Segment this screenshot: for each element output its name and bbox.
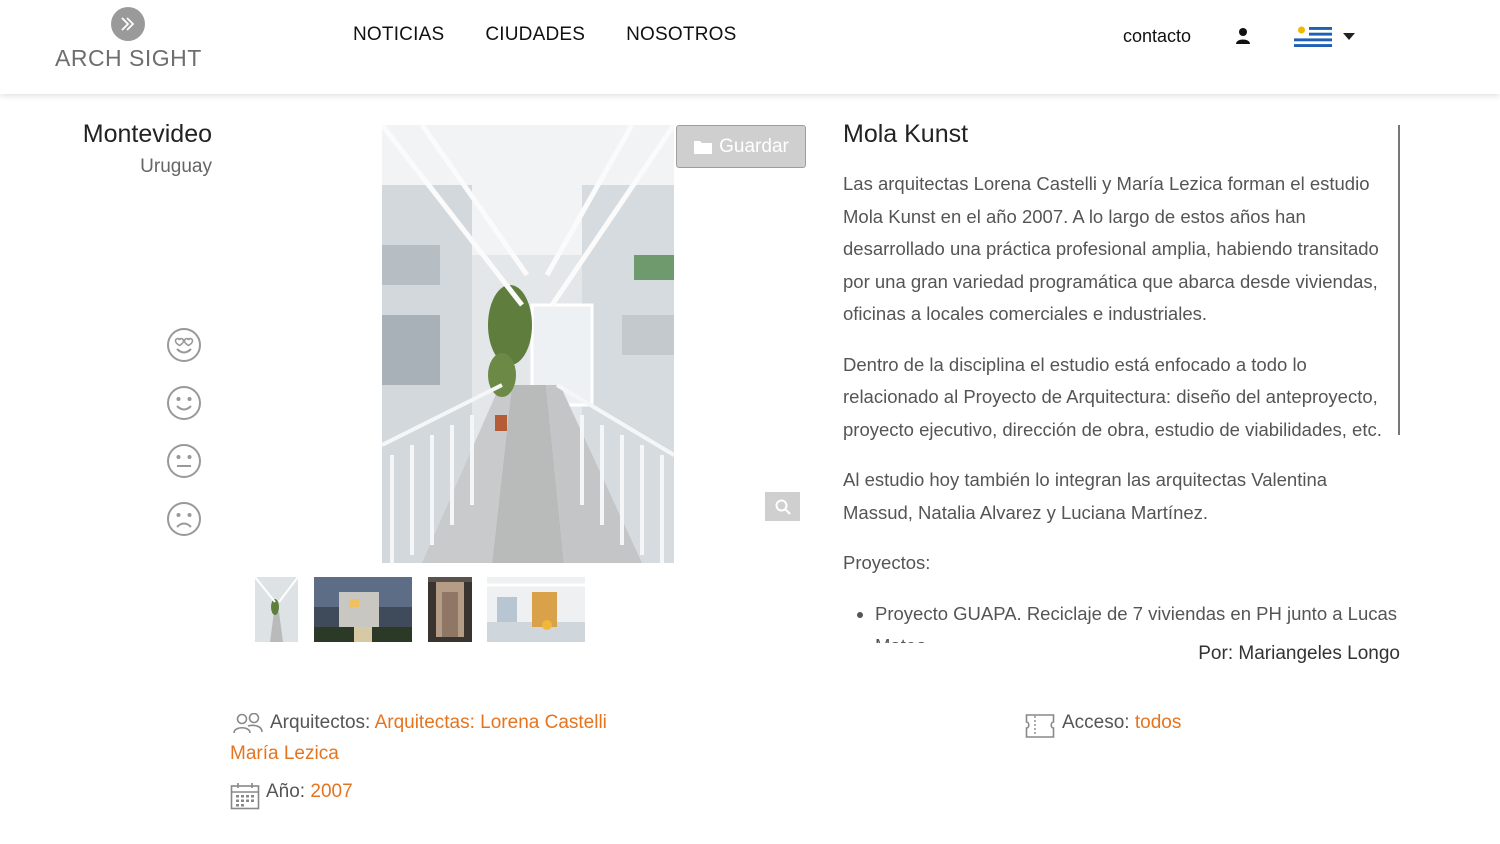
architects-value-link[interactable]: María Lezica [230, 743, 339, 764]
year-label: Año: [266, 781, 306, 802]
article-title: Mola Kunst [843, 120, 969, 148]
contact-link[interactable]: contacto [1123, 26, 1191, 47]
logo-text: ARCH SIGHT [55, 45, 202, 71]
user-icon[interactable] [1235, 27, 1251, 50]
folder-icon [694, 140, 713, 154]
love-face-icon[interactable] [166, 327, 202, 363]
main-project-image[interactable] [382, 125, 674, 563]
access-value-link[interactable]: todos [1135, 712, 1181, 733]
gallery-thumbnail[interactable] [487, 577, 585, 642]
article-author: Por: Mariangeles Longo [1198, 643, 1400, 664]
neutral-face-icon[interactable] [166, 443, 202, 479]
ticket-icon [1025, 713, 1055, 744]
magnifier-icon [775, 499, 791, 515]
year-field: Año: 2007 [266, 781, 353, 803]
article-paragraph: Al estudio hoy también lo integran las a… [843, 469, 1328, 523]
projects-list: Proyecto GUAPA. Reciclaje de 7 viviendas… [875, 598, 1399, 644]
project-list-item: Proyecto GUAPA. Reciclaje de 7 viviendas… [875, 598, 1399, 644]
access-label: Acceso: [1062, 712, 1130, 733]
architects-field-continued: María Lezica [230, 743, 339, 765]
uruguay-flag-icon[interactable] [1294, 24, 1332, 50]
access-field: Acceso: todos [1062, 712, 1181, 734]
nav-item-noticias[interactable]: NOTICIAS [353, 24, 444, 46]
architects-icon [232, 712, 264, 740]
year-value-link[interactable]: 2007 [310, 781, 352, 802]
article-body[interactable]: Las arquitectas Lorena Castelli y María … [843, 168, 1399, 643]
logo-chevrons-icon [110, 7, 145, 41]
article-paragraph: Proyectos: [843, 552, 931, 573]
country-name: Uruguay [140, 156, 212, 177]
architects-field: Arquitectos: Arquitectas: Lorena Castell… [270, 712, 607, 734]
article-paragraph: Dentro de la disciplina el estudio está … [843, 353, 1382, 440]
site-header: ARCH SIGHT NOTICIAS CIUDADES NOSOTROS co… [0, 0, 1500, 94]
architects-value-link[interactable]: Arquitectas: Lorena Castelli [375, 712, 607, 733]
gallery-thumbnail[interactable] [428, 577, 472, 642]
language-dropdown-caret-icon[interactable] [1343, 33, 1355, 40]
zoom-button[interactable] [765, 492, 800, 521]
city-name[interactable]: Montevideo [83, 120, 212, 149]
sad-face-icon[interactable] [166, 501, 202, 537]
gallery-thumbnail[interactable] [314, 577, 412, 642]
save-button-label: Guardar [719, 135, 789, 157]
nav-item-ciudades[interactable]: CIUDADES [485, 24, 585, 46]
nav-item-nosotros[interactable]: NOSOTROS [626, 24, 736, 46]
main-nav: NOTICIAS CIUDADES NOSOTROS [353, 24, 736, 46]
calendar-icon [230, 782, 260, 815]
article-paragraph: Las arquitectas Lorena Castelli y María … [843, 173, 1379, 324]
save-button[interactable]: Guardar [676, 125, 806, 168]
smile-face-icon[interactable] [166, 385, 202, 421]
article-scrollbar[interactable] [1398, 125, 1400, 435]
architects-label: Arquitectos: [270, 712, 371, 733]
gallery-thumbnail[interactable] [255, 577, 298, 642]
site-logo[interactable]: ARCH SIGHT [55, 5, 202, 75]
